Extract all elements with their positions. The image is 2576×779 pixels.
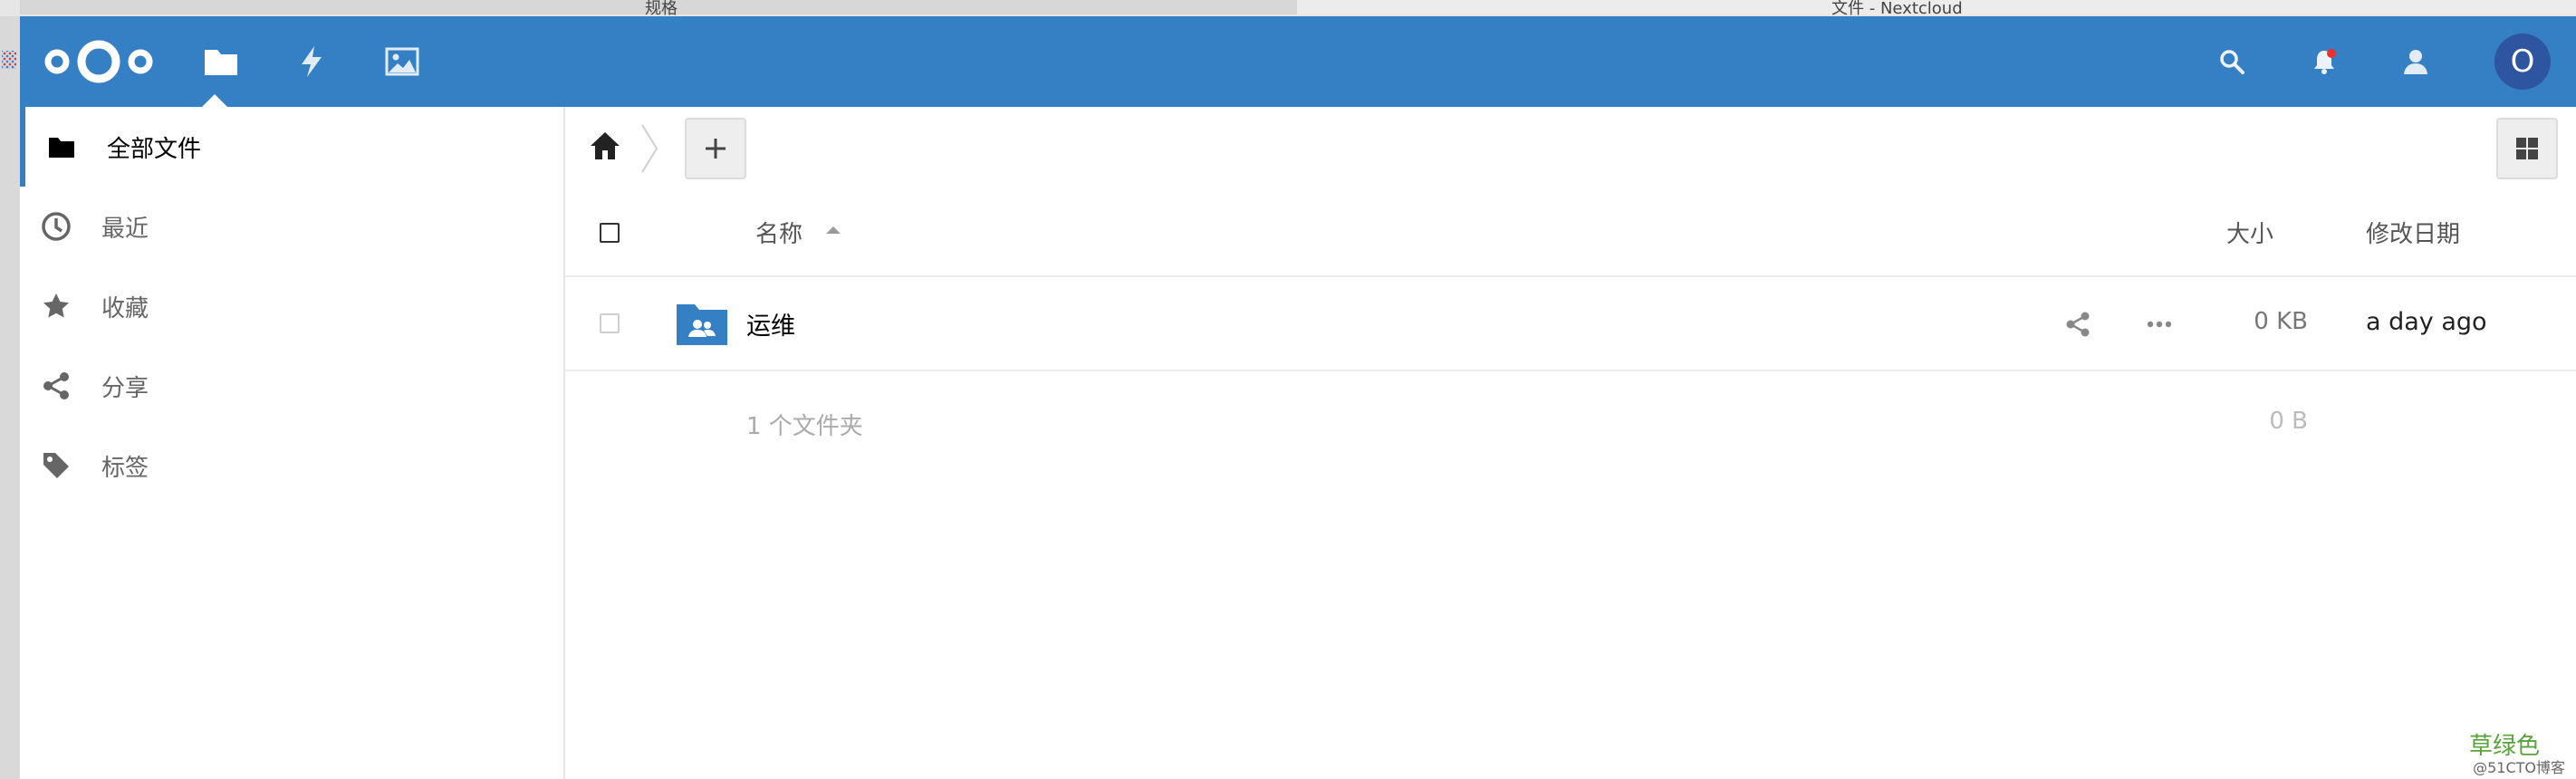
clock-icon <box>40 210 72 243</box>
plus-icon <box>706 139 726 159</box>
column-size-header[interactable]: 大小 <box>2226 216 2273 249</box>
table-row[interactable]: 运维 0 KB a day ago <box>565 279 2576 371</box>
row-checkbox[interactable] <box>600 313 620 333</box>
grid-view-toggle[interactable] <box>2496 118 2558 179</box>
browser-tab-strip: 规格 文件 - Nextcloud <box>0 0 2576 18</box>
summary-count: 1 个文件夹 <box>746 413 863 440</box>
file-name[interactable]: 运维 <box>746 306 795 341</box>
share-icon[interactable] <box>2063 310 2092 339</box>
apps-grid-icon[interactable] <box>2 51 16 69</box>
breadcrumb-separator <box>639 121 659 176</box>
sidebar-item-label: 分享 <box>101 375 149 402</box>
column-name-header[interactable]: 名称 <box>755 216 803 249</box>
browser-bookmarks-edge <box>0 16 20 779</box>
folder-icon <box>45 130 78 163</box>
search-icon[interactable] <box>2206 36 2257 87</box>
shared-folder-icon[interactable] <box>676 301 728 346</box>
sidebar-item-label: 最近 <box>101 216 149 243</box>
file-modified-date: a day ago <box>2366 308 2487 336</box>
file-size: 0 KB <box>2254 308 2308 335</box>
sidebar-item-label: 标签 <box>101 455 149 482</box>
bell-icon[interactable] <box>2299 36 2350 87</box>
sidebar-item-label: 全部文件 <box>107 136 202 163</box>
avatar[interactable]: O <box>2494 34 2551 90</box>
sidebar-item-tags[interactable]: 标签 <box>20 426 563 505</box>
lightning-icon[interactable] <box>286 36 337 87</box>
avatar-letter: O <box>2510 43 2535 80</box>
home-icon[interactable] <box>589 130 625 163</box>
share-icon <box>40 370 72 402</box>
column-modified-header[interactable]: 修改日期 <box>2366 216 2460 249</box>
sidebar-item-recent[interactable]: 最近 <box>20 187 563 266</box>
contacts-icon[interactable] <box>2389 36 2440 87</box>
sidebar-item-shares[interactable]: 分享 <box>20 346 563 426</box>
browser-tab-right[interactable]: 文件 - Nextcloud <box>1297 0 2576 18</box>
select-all-checkbox[interactable] <box>600 223 620 243</box>
summary-size: 0 B <box>2269 408 2308 435</box>
star-icon <box>40 290 72 322</box>
grid-icon <box>2516 138 2538 159</box>
nextcloud-logo[interactable] <box>42 36 156 87</box>
sidebar-item-all-files[interactable]: 全部文件 <box>20 107 563 187</box>
filelist-summary: 1 个文件夹 0 B <box>565 371 2576 480</box>
controls-bar <box>565 107 2576 188</box>
filelist-header: 名称 大小 修改日期 <box>565 188 2576 277</box>
sort-ascending-icon[interactable] <box>826 226 841 234</box>
watermark-subtext: @51CTO博客 <box>2473 759 2565 776</box>
folder-icon[interactable] <box>196 36 246 87</box>
tag-icon <box>40 449 72 482</box>
app-header: O <box>20 16 2576 107</box>
sidebar-item-favorites[interactable]: 收藏 <box>20 266 563 346</box>
active-nav-indicator <box>202 94 227 107</box>
sidebar: 全部文件 最近 收藏 分享 标签 <box>20 107 565 779</box>
browser-tab-left[interactable]: 规格 <box>20 0 1298 18</box>
image-icon[interactable] <box>377 36 428 87</box>
sidebar-item-label: 收藏 <box>101 295 149 322</box>
add-button[interactable] <box>685 118 746 179</box>
